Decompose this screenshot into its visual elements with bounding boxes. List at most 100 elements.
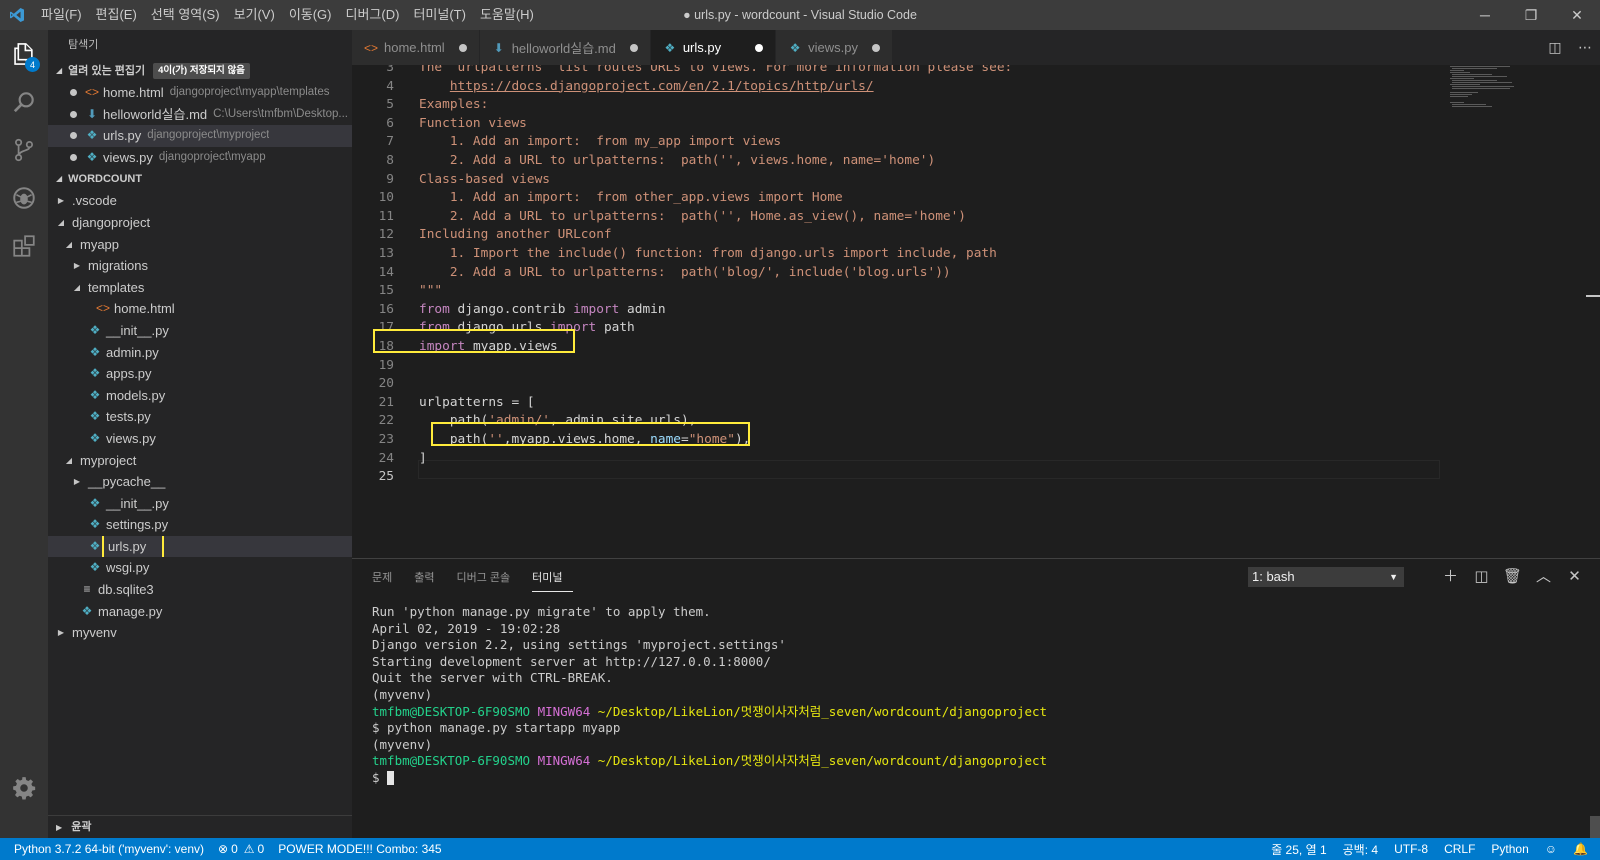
menu-item[interactable]: 보기(V) xyxy=(227,0,282,30)
menu-item[interactable]: 편집(E) xyxy=(89,0,144,30)
open-editor-item[interactable]: <> home.html djangoproject\myapp\templates xyxy=(48,82,352,104)
python-interpreter[interactable]: Python 3.7.2 64-bit ('myvenv': venv) xyxy=(14,842,204,856)
code-token: from xyxy=(419,301,450,317)
explorer-button[interactable]: 4 xyxy=(0,30,48,78)
split-terminal-icon[interactable]: ◫ xyxy=(1466,567,1497,587)
code-editor[interactable]: 3 The `urlpatterns` list routes URLs to v… xyxy=(352,65,1600,558)
tree-item[interactable]: ❖ manage.py xyxy=(48,601,352,623)
cursor-position[interactable]: 줄 25, 열 1 xyxy=(1271,841,1326,858)
tree-item[interactable]: ▶ __pycache__ xyxy=(48,471,352,493)
restore-button[interactable]: ❐ xyxy=(1508,0,1554,30)
split-editor-icon[interactable]: ◫ xyxy=(1540,39,1570,56)
panel-tab[interactable]: 디버그 콘솔 xyxy=(457,565,521,592)
python-icon: ❖ xyxy=(89,322,101,337)
open-editor-item[interactable]: ❖ urls.py djangoproject\myproject xyxy=(48,125,352,147)
trash-icon[interactable]: 🗑 xyxy=(1497,567,1528,587)
terminal-select[interactable]: 1: bash ▼ xyxy=(1248,567,1404,587)
editor-scrollbar[interactable] xyxy=(1586,65,1600,558)
more-actions-icon[interactable]: ⋯ xyxy=(1570,39,1600,56)
code-token: django.contrib xyxy=(449,301,574,317)
tree-item[interactable]: ❖ settings.py xyxy=(48,514,352,536)
tree-item[interactable]: ▶ .vscode xyxy=(48,190,352,212)
code-text: """ xyxy=(419,282,442,301)
debug-button[interactable] xyxy=(0,174,48,222)
unsaved-dot-icon[interactable] xyxy=(70,110,77,118)
menu-item[interactable]: 도움말(H) xyxy=(473,0,541,30)
language-mode[interactable]: Python xyxy=(1491,842,1528,856)
terminal-scrollbar[interactable] xyxy=(1590,816,1600,838)
menu-item[interactable]: 터미널(T) xyxy=(406,0,472,30)
maximize-panel-icon[interactable]: ︿ xyxy=(1528,567,1559,587)
line-number: 10 xyxy=(378,190,394,206)
outline-section[interactable]: ▶ 윤곽 xyxy=(48,815,360,838)
tab-urls-py[interactable]: ❖ urls.py xyxy=(650,30,777,65)
close-panel-icon[interactable]: ✕ xyxy=(1559,567,1590,587)
notifications-bell-icon[interactable]: 🔔 xyxy=(1573,842,1588,856)
minimap[interactable] xyxy=(1448,65,1538,125)
extensions-button[interactable] xyxy=(0,222,48,270)
unsaved-dot-icon[interactable] xyxy=(629,43,638,52)
tree-item[interactable]: ❖ urls.py xyxy=(48,535,352,558)
tree-item[interactable]: ❖ apps.py xyxy=(48,363,352,385)
tree-item[interactable]: ◢ myapp xyxy=(48,234,352,256)
unsaved-dot-icon[interactable] xyxy=(755,43,764,52)
tab-helloworld-md[interactable]: ⬇ helloworld실습.md xyxy=(479,30,651,65)
end-of-line[interactable]: CRLF xyxy=(1444,842,1475,856)
code-text: ] xyxy=(419,450,427,469)
feedback-smiley-icon[interactable]: ☺ xyxy=(1545,842,1557,856)
menu-item[interactable]: 디버그(D) xyxy=(339,0,407,30)
code-line: 14 2. Add a URL to urlpatterns: path('bl… xyxy=(352,264,1442,283)
code-token: import xyxy=(573,301,620,317)
panel-tab[interactable]: 출력 xyxy=(414,565,444,592)
terminal-line: (myvenv) xyxy=(372,687,1047,704)
tree-item[interactable]: ▶ myvenv xyxy=(48,622,352,644)
code-text: from django.contrib import admin xyxy=(419,301,666,320)
unsaved-dot-icon[interactable] xyxy=(70,154,77,162)
close-window-button[interactable]: ✕ xyxy=(1554,0,1600,30)
debug-icon xyxy=(13,187,35,209)
open-editor-item[interactable]: ⬇ helloworld실습.md C:\Users\tmfbm\Desktop..… xyxy=(48,104,352,126)
tree-item[interactable]: ▶ migrations xyxy=(48,255,352,277)
open-editor-item[interactable]: ❖ views.py djangoproject\myapp xyxy=(48,147,352,169)
menu-item[interactable]: 선택 영역(S) xyxy=(144,0,227,30)
menu-item[interactable]: 이동(G) xyxy=(282,0,339,30)
tab-home-html[interactable]: <> home.html xyxy=(352,30,480,65)
workspace-section[interactable]: ◢ WORDCOUNT xyxy=(48,168,352,190)
tree-item[interactable]: ❖ admin.py xyxy=(48,342,352,364)
unsaved-dot-icon[interactable] xyxy=(70,89,77,97)
tree-item-label: __pycache__ xyxy=(88,474,166,490)
code-line: 19 xyxy=(352,357,1442,376)
tree-item[interactable]: ≡ db.sqlite3 xyxy=(48,579,352,601)
search-button[interactable] xyxy=(0,78,48,126)
python-icon: ❖ xyxy=(664,40,676,55)
panel-tab[interactable]: 터미널 xyxy=(532,565,573,592)
tree-item[interactable]: ❖ __init__.py xyxy=(48,493,352,515)
panel-tab[interactable]: 문제 xyxy=(372,565,402,592)
menu-item[interactable]: 파일(F) xyxy=(34,0,89,30)
tree-item[interactable]: ◢ djangoproject xyxy=(48,212,352,234)
tab-label: home.html xyxy=(384,40,445,55)
minimize-button[interactable]: ─ xyxy=(1462,0,1508,30)
encoding[interactable]: UTF-8 xyxy=(1394,842,1428,856)
new-terminal-icon[interactable]: ＋ xyxy=(1435,567,1466,587)
unsaved-dot-icon[interactable] xyxy=(70,132,77,140)
indentation[interactable]: 공백: 4 xyxy=(1343,841,1378,858)
tree-item-label: models.py xyxy=(106,387,166,403)
tree-item[interactable]: <> home.html xyxy=(48,298,352,320)
manage-button[interactable] xyxy=(0,764,48,812)
open-editors-section[interactable]: ◢ 열려 있는 편집기 4이(가) 저장되지 않음 xyxy=(48,60,352,82)
tree-item[interactable]: ❖ models.py xyxy=(48,385,352,407)
terminal-output[interactable]: Run 'python manage.py migrate' to apply … xyxy=(372,604,1047,787)
unsaved-dot-icon[interactable] xyxy=(458,43,467,52)
tree-item[interactable]: ❖ views.py xyxy=(48,428,352,450)
tree-item[interactable]: ◢ myproject xyxy=(48,450,352,472)
tab-views-py[interactable]: ❖ views.py xyxy=(776,30,893,65)
unsaved-dot-icon[interactable] xyxy=(871,43,880,52)
problems-indicator[interactable]: ⊗ 0 ⚠ 0 xyxy=(218,842,264,856)
tree-item[interactable]: ❖ wsgi.py xyxy=(48,557,352,579)
source-control-button[interactable] xyxy=(0,126,48,174)
tree-item[interactable]: ◢ templates xyxy=(48,277,352,299)
tree-item[interactable]: ❖ __init__.py xyxy=(48,320,352,342)
chevron-down-icon: ◢ xyxy=(57,217,65,227)
tree-item[interactable]: ❖ tests.py xyxy=(48,406,352,428)
